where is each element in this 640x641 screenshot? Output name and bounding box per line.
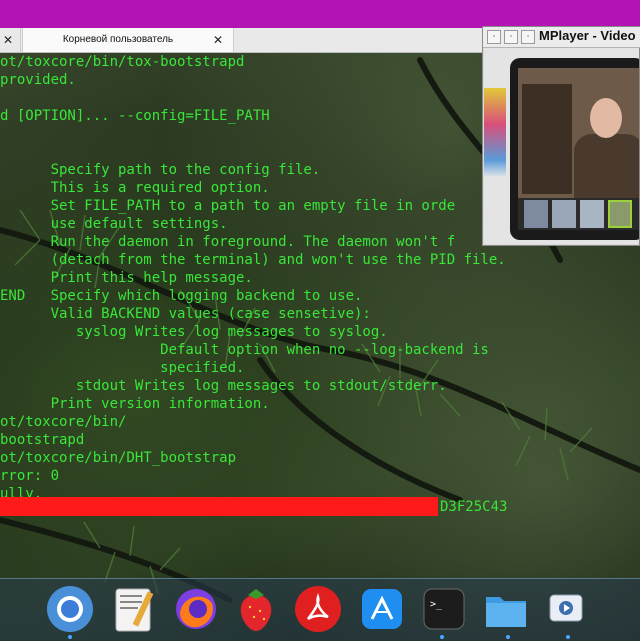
terminal-line: This is a required option. bbox=[0, 180, 270, 196]
terminal-line: ot/toxcore/bin/tox-bootstrapd bbox=[0, 54, 245, 70]
maximize-button[interactable]: · bbox=[521, 30, 535, 44]
terminal-tab-bar: ✕ Корневой пользователь ✕ bbox=[0, 28, 482, 53]
terminal-line: Print version information. bbox=[0, 396, 270, 412]
terminal-icon[interactable]: >_ bbox=[420, 585, 468, 633]
terminal-line: Set FILE_PATH to a path to an empty file… bbox=[0, 198, 456, 214]
minimize-button[interactable]: · bbox=[504, 30, 518, 44]
terminal-line: Default option when no --log-backend is bbox=[0, 342, 489, 358]
terminal-line: ot/toxcore/bin/ bbox=[0, 414, 127, 430]
xcode-icon[interactable] bbox=[358, 585, 406, 633]
terminal-line: Run the daemon in foreground. The daemon… bbox=[0, 234, 456, 250]
tab-title: Корневой пользователь bbox=[62, 34, 174, 45]
pdf-reader-icon[interactable] bbox=[294, 585, 342, 633]
running-indicator bbox=[506, 635, 510, 639]
participant-thumbnail bbox=[580, 200, 604, 228]
terminal-line: Print this help message. bbox=[0, 270, 253, 286]
terminal-line: specified. bbox=[0, 360, 245, 376]
flowers-image bbox=[484, 88, 506, 178]
chromium-icon[interactable] bbox=[46, 585, 94, 633]
top-panel bbox=[0, 0, 640, 28]
terminal-line: syslog Writes log messages to syslog. bbox=[0, 324, 388, 340]
terminal-line: Specify path to the config file. bbox=[0, 162, 321, 178]
participant-thumbnail bbox=[524, 200, 548, 228]
terminal-line: Valid BACKEND values (case sensetive): bbox=[0, 306, 371, 322]
participant-thumbnail bbox=[608, 200, 632, 228]
terminal-line: END Specify which logging backend to use… bbox=[0, 288, 363, 304]
running-indicator bbox=[566, 635, 570, 639]
tab-previous[interactable]: ✕ bbox=[0, 28, 21, 52]
tablet-device bbox=[510, 58, 639, 240]
key-hash-suffix: D3F25C43 bbox=[440, 499, 508, 515]
mplayer-window[interactable]: · · · MPlayer - Video bbox=[482, 26, 640, 246]
close-icon[interactable]: ✕ bbox=[213, 32, 223, 48]
firefox-icon[interactable] bbox=[172, 585, 220, 633]
terminal-line: rror: 0 bbox=[0, 468, 60, 484]
speaker-head bbox=[590, 98, 622, 138]
svg-text:>_: >_ bbox=[430, 599, 443, 610]
bookshelf bbox=[522, 84, 572, 194]
running-indicator bbox=[68, 635, 72, 639]
terminal-line: ot/toxcore/bin/DHT_bootstrap bbox=[0, 450, 237, 466]
menu-button[interactable]: · bbox=[487, 30, 501, 44]
running-indicator bbox=[440, 635, 444, 639]
terminal-line: use default settings. bbox=[0, 216, 228, 232]
close-icon[interactable]: ✕ bbox=[3, 32, 13, 48]
terminal-line: stdout Writes log messages to stdout/std… bbox=[0, 378, 447, 394]
terminal-line: d [OPTION]... --config=FILE_PATH bbox=[0, 108, 270, 124]
text-editor-icon[interactable] bbox=[110, 585, 158, 633]
terminal-line: provided. bbox=[0, 72, 76, 88]
redaction-bar bbox=[0, 497, 438, 516]
strawberry-icon[interactable] bbox=[232, 585, 280, 633]
participant-strip bbox=[518, 198, 639, 230]
dock: >_ bbox=[0, 578, 640, 641]
participant-thumbnail bbox=[552, 200, 576, 228]
folder-icon[interactable] bbox=[482, 585, 530, 633]
tab-root-user[interactable]: Корневой пользователь ✕ bbox=[22, 28, 234, 52]
speaker-body bbox=[574, 134, 639, 204]
terminal-line: (detach from the terminal) and won't use… bbox=[0, 252, 506, 268]
media-player-icon[interactable] bbox=[542, 585, 590, 633]
video-frame[interactable] bbox=[484, 48, 639, 244]
mplayer-titlebar[interactable]: · · · MPlayer - Video bbox=[483, 27, 640, 48]
video-call-screen bbox=[518, 68, 639, 230]
terminal-line: bootstrapd bbox=[0, 432, 85, 448]
window-title: MPlayer - Video bbox=[539, 28, 636, 43]
